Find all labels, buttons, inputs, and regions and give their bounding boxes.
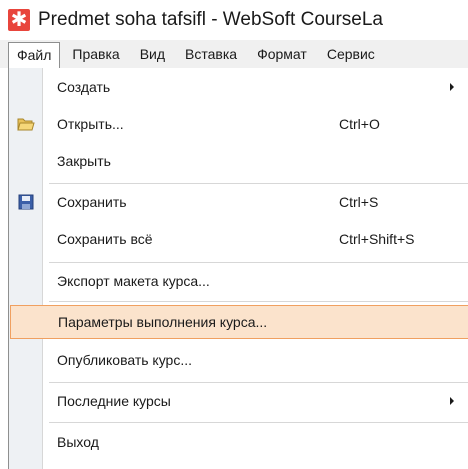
menu-item-shortcut: Ctrl+S <box>339 194 379 210</box>
menu-edit[interactable]: Правка <box>64 41 127 67</box>
menu-item-export-layout[interactable]: Экспорт макета курса... <box>9 264 468 298</box>
menu-item-exit[interactable]: Выход <box>9 425 468 459</box>
menu-view[interactable]: Вид <box>132 41 173 67</box>
menu-insert[interactable]: Вставка <box>177 41 245 67</box>
menu-bar: Файл Правка Вид Вставка Формат Сервис <box>0 40 468 68</box>
menu-item-label: Сохранить <box>57 194 127 210</box>
menu-item-save[interactable]: Сохранить Ctrl+S <box>9 185 468 219</box>
menu-item-shortcut: Ctrl+Shift+S <box>339 231 415 247</box>
menu-item-label: Закрыть <box>57 153 111 169</box>
submenu-arrow-icon <box>450 397 454 405</box>
open-folder-icon <box>17 118 35 131</box>
menu-item-label: Параметры выполнения курса... <box>58 314 268 330</box>
menu-separator <box>49 262 468 263</box>
menu-item-new[interactable]: Создать <box>9 70 468 104</box>
menu-item-label: Открыть... <box>57 116 124 132</box>
menu-item-label: Сохранить всё <box>57 231 153 247</box>
app-icon: ✱ <box>8 9 30 31</box>
menu-item-close[interactable]: Закрыть <box>9 144 468 178</box>
menu-separator <box>49 301 468 302</box>
menu-item-publish[interactable]: Опубликовать курс... <box>9 343 468 377</box>
menu-item-label: Опубликовать курс... <box>57 352 193 368</box>
menu-item-shortcut: Ctrl+O <box>339 116 380 132</box>
menu-item-run-settings[interactable]: Параметры выполнения курса... <box>10 305 468 339</box>
menu-separator <box>49 382 468 383</box>
menu-file[interactable]: Файл <box>8 41 61 68</box>
menu-item-label: Последние курсы <box>57 393 171 409</box>
save-disk-icon <box>18 194 34 210</box>
menu-separator <box>49 183 468 184</box>
menu-item-label: Экспорт макета курса... <box>57 273 210 289</box>
menu-item-label: Выход <box>57 434 99 450</box>
window-title: Predmet soha tafsifl - WebSoft CourseLa <box>38 9 383 30</box>
title-bar: ✱ Predmet soha tafsifl - WebSoft CourseL… <box>0 0 468 40</box>
menu-item-recent-courses[interactable]: Последние курсы <box>9 384 468 418</box>
submenu-arrow-icon <box>450 83 454 91</box>
menu-item-label: Создать <box>57 79 111 95</box>
menu-format[interactable]: Формат <box>249 41 315 67</box>
menu-tools[interactable]: Сервис <box>319 41 383 67</box>
menu-item-save-all[interactable]: Сохранить всё Ctrl+Shift+S <box>9 222 468 256</box>
menu-item-open[interactable]: Открыть... Ctrl+O <box>9 107 468 141</box>
menu-separator <box>49 422 468 423</box>
file-menu-dropdown: Создать Открыть... Ctrl+O Закрыть Сохран… <box>8 68 468 469</box>
